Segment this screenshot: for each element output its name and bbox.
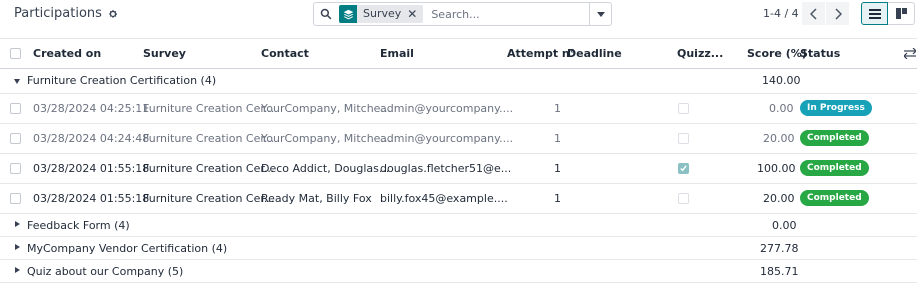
cell-email: admin@yourcompany.... (380, 132, 514, 145)
participations-table: Created on Survey Contact Email Attempt … (0, 38, 917, 283)
group-score: 140.00 (762, 74, 801, 87)
column-quizz[interactable]: Quizz... (677, 47, 723, 60)
column-survey[interactable]: Survey (143, 47, 186, 60)
facet-label: Survey (357, 5, 406, 23)
group-row[interactable]: Feedback Form (4) 0.00 (0, 214, 917, 237)
control-panel: Participations Survey ✕ Search... 1-4 / … (0, 0, 917, 30)
group-score: 0.00 (772, 219, 797, 232)
quizz-checkbox (678, 163, 689, 174)
column-status[interactable]: Status (800, 47, 840, 60)
group-label: MyCompany Vendor Certification (4) (27, 242, 228, 255)
status-badge: Completed (800, 160, 869, 176)
layers-icon (339, 5, 357, 23)
group-label: Feedback Form (4) (27, 219, 130, 232)
column-email[interactable]: Email (380, 47, 414, 60)
status-badge: In Progress (800, 100, 872, 116)
search-icon[interactable] (314, 3, 338, 25)
cell-score: 100.00 (757, 162, 796, 175)
chevron-left-icon (809, 7, 817, 20)
cell-created-on: 03/28/2024 04:24:48 (33, 132, 150, 145)
row-checkbox[interactable] (10, 193, 21, 204)
cell-contact: YourCompany, Mitche... (261, 132, 391, 145)
row-checkbox[interactable] (10, 133, 21, 144)
table-row[interactable]: 03/28/2024 04:25:11 Furniture Creation C… (0, 94, 917, 124)
search-bar[interactable]: Survey ✕ Search... (313, 2, 612, 26)
table-row[interactable]: 03/28/2024 04:24:48 Furniture Creation C… (0, 124, 917, 154)
kanban-view-button[interactable] (888, 2, 915, 25)
column-contact[interactable]: Contact (261, 47, 309, 60)
caret-down-icon (596, 11, 605, 17)
cell-attempt: 1 (554, 162, 561, 175)
quizz-checkbox (678, 103, 689, 114)
group-label: Furniture Creation Certification (4) (27, 74, 217, 87)
cell-attempt: 1 (554, 192, 561, 205)
cell-created-on: 03/28/2024 04:25:11 (33, 102, 150, 115)
gear-icon[interactable] (108, 9, 118, 19)
pager-value[interactable]: 1-4 / 4 (763, 7, 799, 20)
search-options-toggle[interactable] (589, 3, 611, 25)
check-icon (680, 165, 687, 172)
list-view-button[interactable] (861, 2, 888, 25)
cell-survey: Furniture Creation Cer... (143, 192, 275, 205)
cell-created-on: 03/28/2024 01:55:18 (33, 162, 150, 175)
search-input[interactable]: Search... (431, 8, 589, 21)
cell-attempt: 1 (554, 102, 561, 115)
table-row[interactable]: 03/28/2024 01:55:18 Furniture Creation C… (0, 154, 917, 184)
cell-survey: Furniture Creation Cer... (143, 162, 275, 175)
group-score: 185.71 (760, 265, 799, 278)
cell-score: 0.00 (769, 102, 794, 115)
caret-right-icon (15, 221, 20, 227)
table-row[interactable]: 03/28/2024 01:55:18 Furniture Creation C… (0, 184, 917, 214)
group-label: Quiz about our Company (5) (27, 265, 184, 278)
quizz-checkbox (678, 133, 689, 144)
cell-score: 20.00 (763, 132, 795, 145)
cell-email: douglas.fletcher51@e... (380, 162, 512, 175)
cell-created-on: 03/28/2024 01:55:18 (33, 192, 150, 205)
pager-next-button[interactable] (826, 2, 849, 25)
group-row[interactable]: Quiz about our Company (5) 185.71 (0, 260, 917, 283)
pager-previous-button[interactable] (802, 2, 825, 25)
row-checkbox[interactable] (10, 103, 21, 114)
column-settings-icon[interactable] (904, 48, 916, 59)
quizz-checkbox (678, 193, 689, 204)
group-row[interactable]: Furniture Creation Certification (4) 140… (0, 69, 917, 94)
close-icon[interactable]: ✕ (405, 5, 424, 23)
select-all-checkbox[interactable] (10, 48, 21, 59)
cell-email: billy.fox45@example.... (380, 192, 508, 205)
list-icon (868, 8, 881, 19)
survey-facet[interactable]: Survey ✕ (339, 5, 424, 23)
group-score: 277.78 (760, 242, 799, 255)
row-checkbox[interactable] (10, 163, 21, 174)
cell-score: 20.00 (763, 192, 795, 205)
breadcrumb: Participations (14, 6, 118, 21)
caret-right-icon (15, 267, 20, 273)
caret-down-icon (14, 79, 20, 84)
column-deadline[interactable]: Deadline (567, 47, 622, 60)
column-score[interactable]: Score (%) (747, 47, 807, 60)
status-badge: Completed (800, 190, 869, 206)
cell-survey: Furniture Creation Cer... (143, 102, 275, 115)
cell-contact: Deco Addict, Douglas... (261, 162, 390, 175)
cell-email: admin@yourcompany.... (380, 102, 514, 115)
page-title: Participations (14, 6, 102, 21)
cell-contact: YourCompany, Mitche... (261, 102, 391, 115)
cell-attempt: 1 (554, 132, 561, 145)
column-attempt[interactable]: Attempt n° (507, 47, 575, 60)
kanban-icon (895, 8, 907, 19)
chevron-right-icon (834, 7, 842, 20)
cell-contact: Ready Mat, Billy Fox (261, 192, 372, 205)
cell-survey: Furniture Creation Cer... (143, 132, 275, 145)
group-row[interactable]: MyCompany Vendor Certification (4) 277.7… (0, 237, 917, 260)
caret-right-icon (15, 244, 20, 250)
status-badge: Completed (800, 130, 869, 146)
column-created-on[interactable]: Created on (33, 47, 101, 60)
table-header: Created on Survey Contact Email Attempt … (0, 38, 917, 69)
